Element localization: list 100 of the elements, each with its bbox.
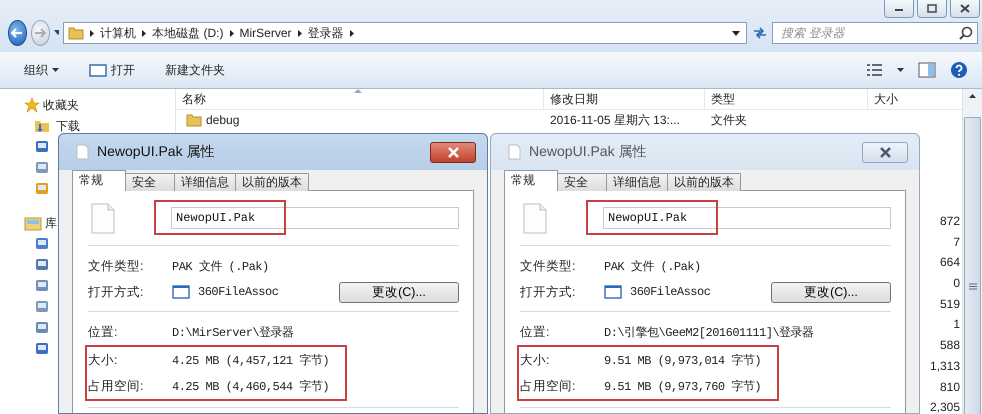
breadcrumb-arrow-icon[interactable]	[230, 30, 234, 36]
column-header[interactable]: 大小	[868, 89, 960, 109]
breadcrumb-item[interactable]: MirServer	[240, 26, 292, 40]
history-dropdown-icon[interactable]	[54, 30, 60, 36]
view-dropdown-icon[interactable]	[897, 68, 904, 72]
property-value: 9.51 MB (9,973,760 字节)	[604, 378, 762, 394]
size-cell-text: 810	[940, 378, 960, 396]
view-options-icon[interactable]	[867, 64, 883, 76]
property-value: 360FileAssoc	[630, 285, 710, 299]
grip-icon	[968, 282, 976, 290]
size-cell-text: 1,313	[930, 358, 960, 375]
help-icon[interactable]	[950, 61, 968, 79]
tab[interactable]: 安全	[557, 173, 607, 191]
scroll-up-icon[interactable]	[969, 94, 976, 98]
property-label: 占用空间:	[520, 378, 576, 394]
breadcrumb-item[interactable]: 计算机	[100, 24, 136, 42]
property-label: 打开方式:	[88, 284, 144, 300]
size-cell-text: 519	[940, 296, 960, 313]
app-window-icon	[172, 285, 190, 299]
forward-arrow-icon	[34, 28, 46, 38]
date-cell-text: 2016-11-05 星期六 13:...	[549, 112, 681, 128]
property-label: 文件类型:	[520, 258, 576, 274]
nav-item[interactable]: 收藏夹	[0, 95, 175, 115]
column-header[interactable]: 类型	[705, 89, 868, 109]
close-icon	[878, 146, 892, 158]
breadcrumb-arrow-icon[interactable]	[142, 30, 146, 36]
property-label: 位置:	[520, 324, 550, 340]
size-cell-text: 2,305	[930, 399, 960, 414]
size-cell-text: 872	[940, 213, 960, 230]
back-arrow-icon	[11, 28, 24, 38]
organize-menu[interactable]: 组织	[24, 62, 59, 78]
new-folder-button[interactable]: 新建文件夹	[165, 62, 225, 78]
folder-icon	[68, 26, 84, 40]
caret-icon	[52, 68, 59, 72]
refresh-icon[interactable]	[752, 26, 768, 40]
breadcrumb-item[interactable]: 登录器	[308, 24, 344, 42]
folder-icon	[186, 113, 202, 127]
nav-item-icon	[34, 139, 50, 155]
tab[interactable]: 安全	[125, 173, 175, 191]
property-value: D:\MirServer\登录器	[172, 324, 294, 340]
property-value: PAK 文件 (.Pak)	[172, 258, 269, 274]
file-icon	[76, 144, 89, 160]
change-button[interactable]: 更改(C)...	[771, 282, 891, 302]
nav-item-icon	[34, 257, 50, 273]
close-button[interactable]	[430, 142, 476, 162]
file-name-cell[interactable]: debug	[176, 110, 544, 130]
nav-item-icon	[34, 236, 50, 252]
property-value: 360FileAssoc	[198, 285, 278, 299]
search-field[interactable]: 搜索 登录器	[772, 22, 978, 44]
nav-item-icon	[34, 320, 50, 336]
file-icon	[508, 144, 521, 160]
close-button[interactable]	[950, 0, 980, 18]
size-cell-text: 588	[940, 337, 960, 354]
file-name-field[interactable]: NewopUI.Pak	[171, 207, 459, 229]
dropdown-icon[interactable]	[732, 31, 740, 36]
nav-item-icon	[34, 299, 50, 315]
property-label: 打开方式:	[520, 284, 576, 300]
search-icon[interactable]	[958, 26, 973, 40]
window-icon	[89, 64, 107, 76]
size-cell-text: 0	[953, 275, 960, 292]
tab[interactable]: 常规	[504, 170, 558, 191]
property-label: 位置:	[88, 324, 118, 340]
dialog-title: NewopUI.Pak 属性	[529, 143, 646, 161]
property-label: 文件类型:	[88, 258, 144, 274]
breadcrumb-arrow-icon[interactable]	[298, 30, 302, 36]
property-value: 4.25 MB (4,460,544 字节)	[172, 378, 330, 394]
download-folder-icon	[34, 118, 50, 134]
open-button[interactable]: 打开	[89, 62, 135, 78]
tab[interactable]: 以前的版本	[667, 173, 741, 191]
property-value: PAK 文件 (.Pak)	[604, 258, 701, 274]
close-icon	[446, 146, 460, 158]
column-header[interactable]: 修改日期	[544, 89, 705, 109]
tab[interactable]: 以前的版本	[235, 173, 309, 191]
property-value: 4.25 MB (4,457,121 字节)	[172, 352, 330, 368]
nav-label: 收藏夹	[43, 96, 79, 114]
change-button[interactable]: 更改(C)...	[339, 282, 459, 302]
nav-label: 库	[45, 214, 57, 232]
breadcrumb-arrow-icon[interactable]	[90, 30, 94, 36]
minimize-button[interactable]	[884, 0, 914, 18]
tab[interactable]: 常规	[72, 170, 126, 191]
file-icon	[523, 202, 547, 234]
address-bar[interactable]: 计算机 本地磁盘 (D:) MirServer 登录器	[63, 22, 748, 44]
size-cell-text: 1	[953, 316, 960, 334]
maximize-button[interactable]	[917, 0, 947, 18]
breadcrumb-arrow-icon[interactable]	[350, 30, 354, 36]
back-button[interactable]	[8, 20, 27, 46]
type-cell-text: 文件夹	[710, 112, 748, 128]
nav-item[interactable]: 下载	[0, 116, 175, 136]
preview-pane-icon[interactable]	[918, 62, 936, 78]
tab[interactable]: 详细信息	[174, 173, 236, 191]
scrollbar-thumb[interactable]	[964, 117, 981, 414]
library-icon	[24, 215, 42, 231]
star-icon	[24, 97, 40, 113]
nav-item-icon	[34, 160, 50, 176]
dialog-title: NewopUI.Pak 属性	[97, 143, 214, 161]
breadcrumb-item[interactable]: 本地磁盘 (D:)	[152, 24, 224, 42]
file-name-field[interactable]: NewopUI.Pak	[603, 207, 891, 229]
app-window-icon	[604, 285, 622, 299]
close-button[interactable]	[862, 142, 908, 162]
tab[interactable]: 详细信息	[606, 173, 668, 191]
